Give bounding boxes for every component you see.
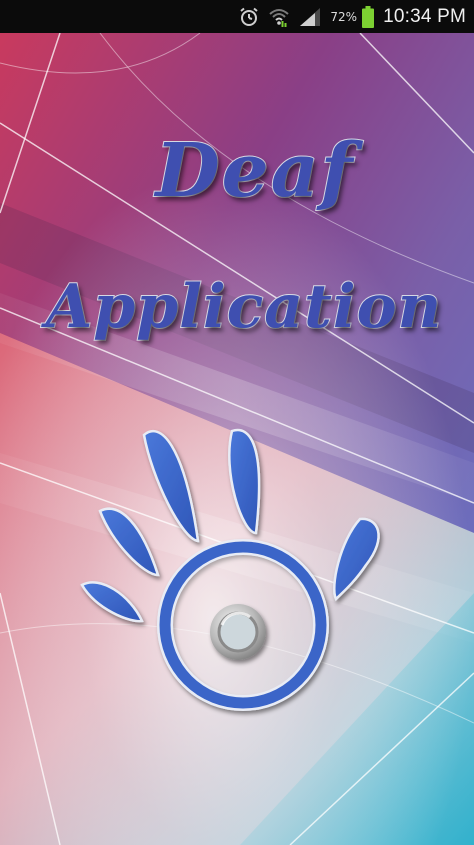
status-clock: 10:34 PM [383,5,466,27]
app-title-line-2: Application [45,271,443,343]
battery-icon [361,5,375,29]
hand-sound-logo-icon [80,428,380,711]
signal-icon [298,7,322,27]
app-screen: 72% 10:34 PM Deaf Application [0,0,474,845]
battery-percent: 72% [330,9,358,24]
alarm-icon [238,6,260,28]
wifi-icon [268,6,290,28]
status-bar: 72% 10:34 PM [0,0,474,33]
app-title-line-1: Deaf [154,127,355,215]
